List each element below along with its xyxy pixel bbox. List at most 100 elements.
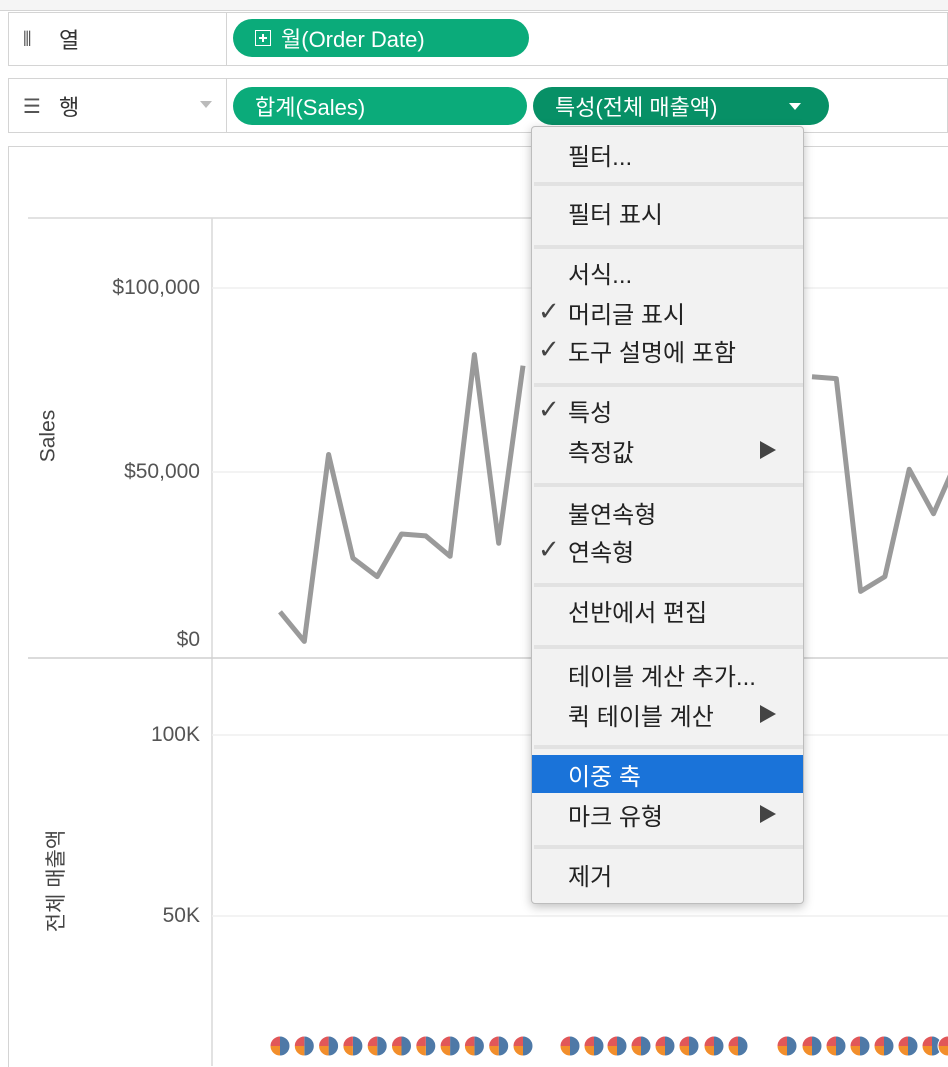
pie-slice <box>594 1036 604 1056</box>
pie-slice <box>328 1036 339 1056</box>
check-icon: ✓ <box>538 335 560 365</box>
pie-mark[interactable] <box>269 1035 291 1057</box>
pie-slice <box>641 1036 651 1056</box>
menu-item-label: 필터 표시 <box>568 201 663 229</box>
menu-item[interactable]: ✓ 특성 <box>532 391 803 429</box>
pie-mark[interactable] <box>415 1035 437 1057</box>
tick-label: $50,000 <box>124 460 200 483</box>
menu-item[interactable]: ✓ 머리글 표시 <box>532 293 803 331</box>
pie-slice <box>474 1036 485 1056</box>
menu-item[interactable]: 선반에서 편집 <box>532 591 803 629</box>
y-axis-title-sales: Sales <box>36 409 60 463</box>
menu-item[interactable]: 서식... <box>532 253 803 291</box>
line-series-path <box>278 352 526 644</box>
check-icon: ✓ <box>538 535 560 565</box>
pie-mark[interactable] <box>897 1035 919 1057</box>
menu-item-label: 불연속형 <box>568 501 657 529</box>
pie-mark[interactable] <box>678 1035 700 1057</box>
line-series-path <box>811 374 948 594</box>
pie-slice <box>280 1036 290 1056</box>
menu-item-label: 필터... <box>568 143 633 171</box>
menu-item[interactable]: 불연속형 <box>532 493 803 531</box>
menu-item-label: 특성 <box>568 399 613 427</box>
pie-slice <box>812 1036 822 1056</box>
pie-slice <box>665 1036 675 1056</box>
pie-mark[interactable] <box>366 1035 388 1057</box>
menu-item-label: 테이블 계산 추가... <box>568 663 756 691</box>
tick-label: $100,000 <box>112 276 200 299</box>
menu-item-label: 서식... <box>568 261 633 289</box>
menu-separator <box>534 745 803 749</box>
pie-mark[interactable] <box>703 1035 725 1057</box>
pie-slice <box>304 1036 315 1056</box>
pie-mark[interactable] <box>463 1035 485 1057</box>
pie-mark[interactable] <box>849 1035 871 1057</box>
pie-mark[interactable] <box>727 1035 749 1057</box>
tick-label: 50K <box>162 904 200 927</box>
menu-item[interactable]: 제거 <box>532 855 803 893</box>
pie-mark[interactable] <box>391 1035 412 1057</box>
pie-mark[interactable] <box>342 1035 364 1057</box>
pie-mark[interactable] <box>630 1035 652 1057</box>
pie-mark[interactable] <box>488 1035 510 1057</box>
pie-slice <box>860 1036 870 1056</box>
menu-item-label: 퀵 테이블 계산 <box>568 703 714 731</box>
pie-mark[interactable] <box>776 1035 798 1057</box>
menu-separator <box>534 182 803 186</box>
menu-item-label: 연속형 <box>568 539 635 567</box>
submenu-arrow-icon <box>760 805 776 823</box>
menu-item[interactable]: 이중 축 <box>532 755 803 793</box>
menu-separator <box>534 383 803 387</box>
menu-item-label: 머리글 표시 <box>568 301 686 329</box>
pie-slice <box>570 1036 580 1056</box>
pie-slice <box>523 1036 533 1056</box>
tick-label: 100K <box>150 723 200 746</box>
menu-item[interactable]: 필터... <box>532 135 803 173</box>
pie-mark[interactable] <box>512 1035 534 1057</box>
menu-item-label: 이중 축 <box>568 763 641 791</box>
pill-context-menu[interactable]: 필터... 필터 표시 서식... ✓ 머리글 표시 ✓ 도구 설명에 포함 ✓ 특성 측정값 불연… <box>531 126 804 904</box>
pie-mark[interactable] <box>873 1035 895 1057</box>
menu-separator <box>534 845 803 849</box>
menu-item[interactable]: 마크 유형 <box>532 795 803 833</box>
pie-slice <box>401 1036 412 1056</box>
pie-mark[interactable] <box>318 1035 340 1057</box>
pie-slice <box>425 1036 436 1056</box>
menu-separator <box>534 483 803 487</box>
pie-slice <box>450 1036 461 1056</box>
pie-marks <box>269 1035 948 1057</box>
menu-item-label: 제거 <box>568 863 613 891</box>
check-icon: ✓ <box>538 395 560 425</box>
pie-mark[interactable] <box>559 1035 581 1057</box>
menu-item-label: 선반에서 편집 <box>568 599 708 627</box>
menu-item[interactable]: 필터 표시 <box>532 193 803 231</box>
pie-slice <box>738 1036 748 1056</box>
pie-slice <box>377 1036 388 1056</box>
menu-item[interactable]: ✓ 도구 설명에 포함 <box>532 331 803 369</box>
menu-item-label: 측정값 <box>568 439 635 467</box>
pie-slice <box>689 1036 699 1056</box>
pie-mark[interactable] <box>583 1035 605 1057</box>
pie-slice <box>498 1036 509 1056</box>
pie-mark[interactable] <box>293 1035 315 1057</box>
pie-slice <box>884 1036 894 1056</box>
pie-mark[interactable] <box>606 1035 628 1057</box>
menu-item-label: 도구 설명에 포함 <box>568 339 736 367</box>
menu-separator <box>534 583 803 587</box>
menu-separator <box>534 645 803 649</box>
menu-separator <box>534 245 803 249</box>
menu-item[interactable]: 테이블 계산 추가... <box>532 655 803 693</box>
pie-mark[interactable] <box>825 1035 847 1057</box>
submenu-arrow-icon <box>760 705 776 723</box>
pie-slice <box>908 1036 918 1056</box>
pie-mark[interactable] <box>801 1035 823 1057</box>
pie-mark[interactable] <box>654 1035 676 1057</box>
menu-item-label: 마크 유형 <box>568 803 663 831</box>
pie-mark[interactable] <box>439 1035 461 1057</box>
menu-item[interactable]: 측정값 <box>532 431 803 469</box>
menu-item[interactable]: ✓ 연속형 <box>532 531 803 569</box>
pie-slice <box>836 1036 846 1056</box>
submenu-arrow-icon <box>760 441 776 459</box>
menu-item[interactable]: 퀵 테이블 계산 <box>532 695 803 733</box>
pie-slice <box>714 1036 724 1056</box>
